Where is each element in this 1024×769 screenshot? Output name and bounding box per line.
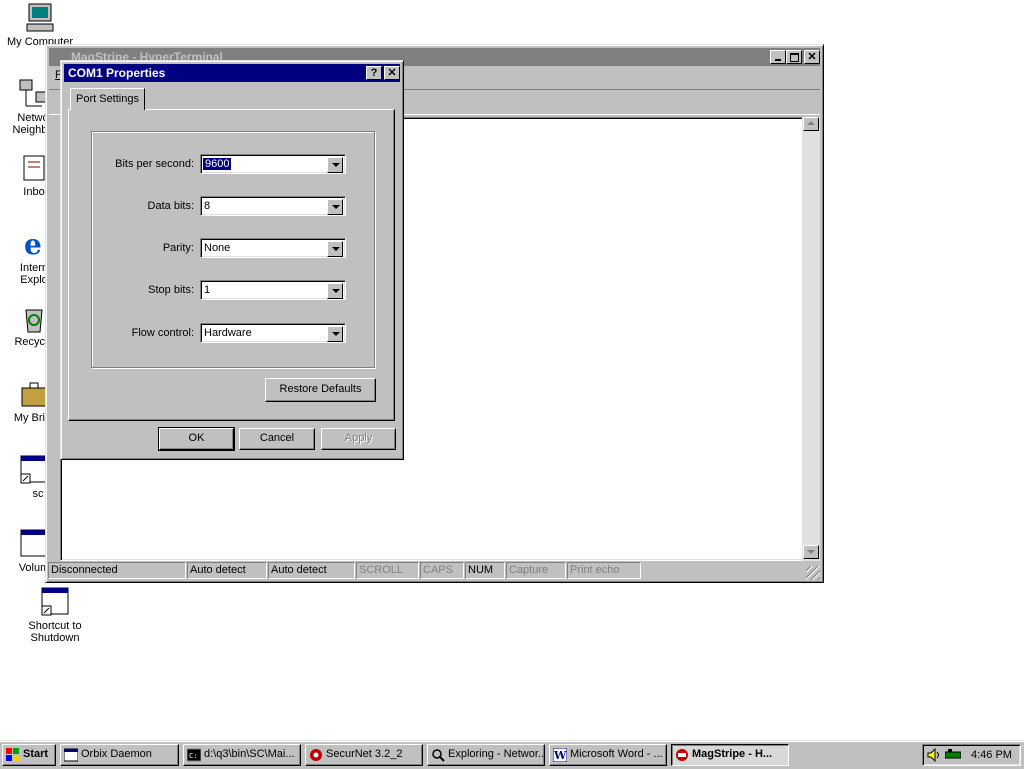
close-button[interactable]: ✕ — [804, 50, 820, 64]
flow-control-label: Flow control: — [131, 327, 194, 339]
explorer-icon — [431, 748, 445, 762]
word-icon: W — [552, 747, 568, 763]
help-icon: ? — [370, 67, 378, 79]
desktop-icon-label: Shortcut to Shutdown — [28, 620, 82, 644]
svg-text:W: W — [553, 749, 567, 762]
status-print-echo: Print echo — [567, 562, 641, 579]
ok-button[interactable]: OK — [158, 427, 235, 451]
task-label: d:\q3\bin\SC\Mai... — [204, 748, 295, 760]
arrow-down-icon — [807, 550, 815, 554]
windows-logo-icon — [6, 748, 20, 762]
dialog-title: COM1 Properties — [68, 66, 166, 80]
com1-properties-dialog: COM1 Properties ? ✕ Port Settings Bits p… — [60, 60, 404, 460]
data-bits-value: 8 — [204, 200, 211, 212]
minimize-button[interactable] — [770, 50, 786, 64]
status-emulation: Auto detect — [187, 562, 267, 579]
stop-bits-value: 1 — [204, 284, 211, 296]
status-capture: Capture — [506, 562, 566, 579]
taskbar: Start Orbix Daemon C: d:\q3\bin\SC\Mai..… — [0, 740, 1024, 769]
status-num: NUM — [465, 562, 505, 579]
dialog-titlebar[interactable]: COM1 Properties — [64, 64, 400, 82]
data-bits-select[interactable]: 8 — [200, 196, 346, 216]
close-icon: ✕ — [807, 51, 817, 63]
chevron-down-icon[interactable] — [327, 157, 343, 173]
stop-bits-select[interactable]: 1 — [200, 280, 346, 300]
desktop-icon-shutdown[interactable]: Shortcut to Shutdown — [15, 586, 95, 644]
flow-control-value: Hardware — [204, 327, 252, 339]
task-label: Microsoft Word - ... — [570, 748, 663, 760]
hyperterminal-icon — [675, 748, 689, 762]
system-tray: 4:46 PM — [922, 744, 1021, 766]
bits-per-second-label: Bits per second: — [115, 158, 194, 170]
start-label: Start — [23, 748, 49, 760]
shortcut-window-icon — [39, 586, 71, 618]
status-caps: CAPS — [420, 562, 464, 579]
computer-icon — [24, 2, 56, 34]
task-exploring[interactable]: Exploring - Networ... — [427, 744, 545, 766]
window-icon — [63, 748, 79, 762]
apply-button[interactable]: Apply — [321, 428, 396, 450]
task-label: Orbix Daemon — [81, 748, 152, 760]
chevron-down-icon[interactable] — [327, 241, 343, 257]
parity-label: Parity: — [162, 242, 194, 254]
close-icon: ✕ — [387, 67, 397, 79]
scroll-down-button[interactable] — [803, 545, 819, 559]
minimize-icon — [775, 59, 781, 61]
gear-icon — [309, 748, 323, 762]
desktop-icon-my-computer[interactable]: My Computer — [0, 2, 80, 48]
restore-defaults-button[interactable]: Restore Defaults — [265, 378, 376, 402]
volume-icon[interactable] — [927, 747, 941, 765]
parity-select[interactable]: None — [200, 238, 346, 258]
stop-bits-label: Stop bits: — [148, 284, 194, 296]
data-bits-label: Data bits: — [147, 200, 194, 212]
task-magstripe-hyperterminal[interactable]: MagStripe - H... — [671, 744, 789, 766]
tab-port-settings[interactable]: Port Settings — [70, 88, 145, 110]
task-label: Exploring - Networ... — [448, 748, 545, 760]
bits-per-second-value: 9600 — [201, 157, 233, 171]
chevron-down-icon[interactable] — [327, 199, 343, 215]
svg-text:C:: C: — [189, 752, 197, 760]
help-button[interactable]: ? — [366, 66, 382, 80]
task-label: SecurNet 3.2_2 — [326, 748, 403, 760]
task-microsoft-word[interactable]: W Microsoft Word - ... — [549, 744, 667, 766]
flow-control-select[interactable]: Hardware — [200, 323, 346, 343]
cancel-button[interactable]: Cancel — [239, 428, 315, 450]
status-baud: Auto detect — [268, 562, 355, 579]
tab-label: Port Settings — [76, 93, 139, 105]
terminal-scrollbar[interactable] — [802, 117, 820, 561]
dialog-close-button[interactable]: ✕ — [384, 66, 400, 80]
task-label: MagStripe - H... — [692, 748, 773, 760]
bits-per-second-select[interactable]: 9600 — [200, 154, 346, 174]
chevron-down-icon[interactable] — [327, 283, 343, 299]
clock[interactable]: 4:46 PM — [971, 749, 1012, 761]
chevron-down-icon[interactable] — [327, 326, 343, 342]
dos-icon: C: — [186, 748, 202, 762]
task-command-prompt[interactable]: C: d:\q3\bin\SC\Mai... — [183, 744, 301, 766]
resize-grip-icon[interactable] — [806, 566, 820, 580]
svg-text:e: e — [24, 228, 42, 260]
scroll-up-button[interactable] — [803, 117, 819, 131]
task-orbix-daemon[interactable]: Orbix Daemon — [60, 744, 179, 766]
maximize-icon — [790, 53, 799, 62]
parity-value: None — [204, 242, 231, 254]
network-tray-icon[interactable] — [944, 749, 962, 764]
arrow-up-icon — [807, 121, 815, 125]
maximize-button[interactable] — [786, 50, 802, 64]
status-connection: Disconnected — [48, 562, 186, 579]
task-securnet[interactable]: SecurNet 3.2_2 — [305, 744, 423, 766]
start-button[interactable]: Start — [2, 744, 56, 766]
status-scroll: SCROLL — [356, 562, 419, 579]
